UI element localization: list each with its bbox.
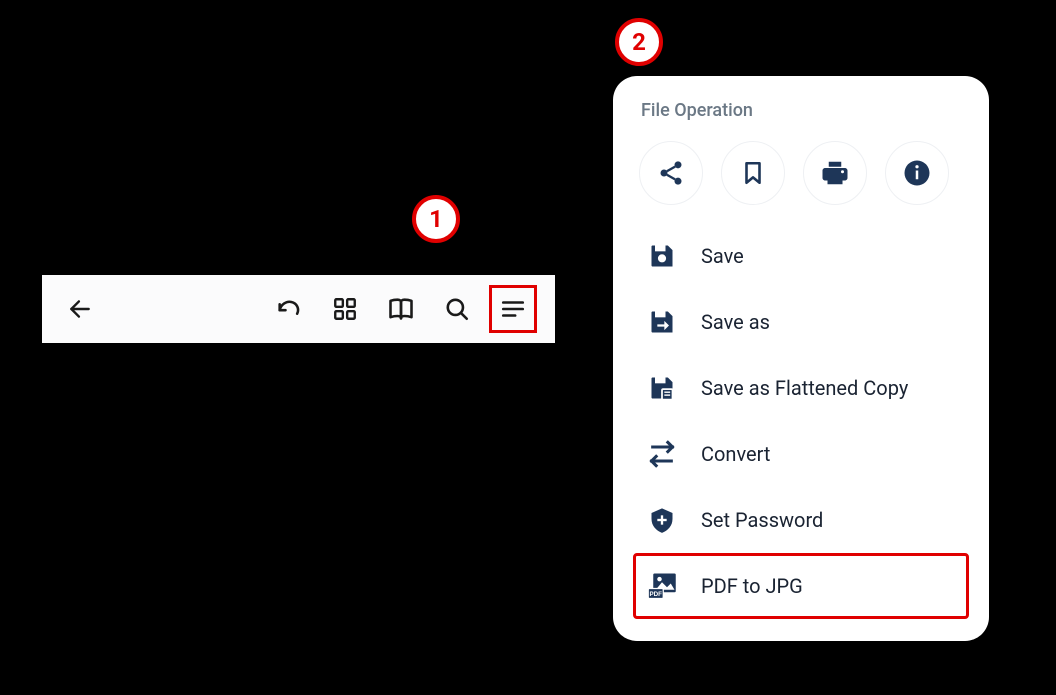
grid-icon xyxy=(332,296,358,322)
save-icon xyxy=(647,241,677,271)
menu-icon xyxy=(500,296,526,322)
file-operation-panel: File Operation Save xyxy=(613,76,989,641)
undo-icon xyxy=(275,295,303,323)
bookmark-button[interactable] xyxy=(721,141,785,205)
pdf-to-jpg-icon: PDF xyxy=(647,571,677,601)
menu-item-set-password[interactable]: Set Password xyxy=(633,487,969,553)
menu-label: Save xyxy=(701,244,744,268)
save-as-icon xyxy=(647,307,677,337)
menu-label: Convert xyxy=(701,442,770,466)
undo-button[interactable] xyxy=(265,285,313,333)
convert-icon xyxy=(647,439,677,469)
info-icon xyxy=(902,158,932,188)
grid-view-button[interactable] xyxy=(321,285,369,333)
share-button[interactable] xyxy=(639,141,703,205)
search-button[interactable] xyxy=(433,285,481,333)
callout-badge-2: 2 xyxy=(615,18,663,66)
menu-item-save-flattened[interactable]: Save as Flattened Copy xyxy=(633,355,969,421)
panel-title: File Operation xyxy=(633,100,969,121)
shield-plus-icon xyxy=(647,505,677,535)
menu-item-pdf-to-jpg[interactable]: PDF PDF to JPG xyxy=(633,553,969,619)
quick-actions-row xyxy=(633,141,969,205)
menu-label: Save as Flattened Copy xyxy=(701,376,908,400)
info-button[interactable] xyxy=(885,141,949,205)
menu-button[interactable] xyxy=(489,285,537,333)
menu-item-save[interactable]: Save xyxy=(633,223,969,289)
book-open-icon xyxy=(387,295,415,323)
book-view-button[interactable] xyxy=(377,285,425,333)
svg-text:PDF: PDF xyxy=(650,591,663,598)
menu-list: Save Save as Save as Flattened Copy Conv… xyxy=(633,223,969,619)
menu-item-save-as[interactable]: Save as xyxy=(633,289,969,355)
menu-label: Save as xyxy=(701,310,770,334)
menu-label: PDF to JPG xyxy=(701,574,803,598)
menu-item-convert[interactable]: Convert xyxy=(633,421,969,487)
callout-number: 2 xyxy=(632,28,646,56)
bookmark-icon xyxy=(740,160,766,186)
print-button[interactable] xyxy=(803,141,867,205)
callout-number: 1 xyxy=(429,205,443,233)
back-button[interactable] xyxy=(60,289,100,329)
save-flattened-icon xyxy=(647,373,677,403)
callout-badge-1: 1 xyxy=(412,195,460,243)
arrow-left-icon xyxy=(67,296,93,322)
share-icon xyxy=(657,159,685,187)
search-icon xyxy=(444,296,470,322)
menu-label: Set Password xyxy=(701,508,823,532)
print-icon xyxy=(820,158,850,188)
toolbar xyxy=(42,275,555,343)
